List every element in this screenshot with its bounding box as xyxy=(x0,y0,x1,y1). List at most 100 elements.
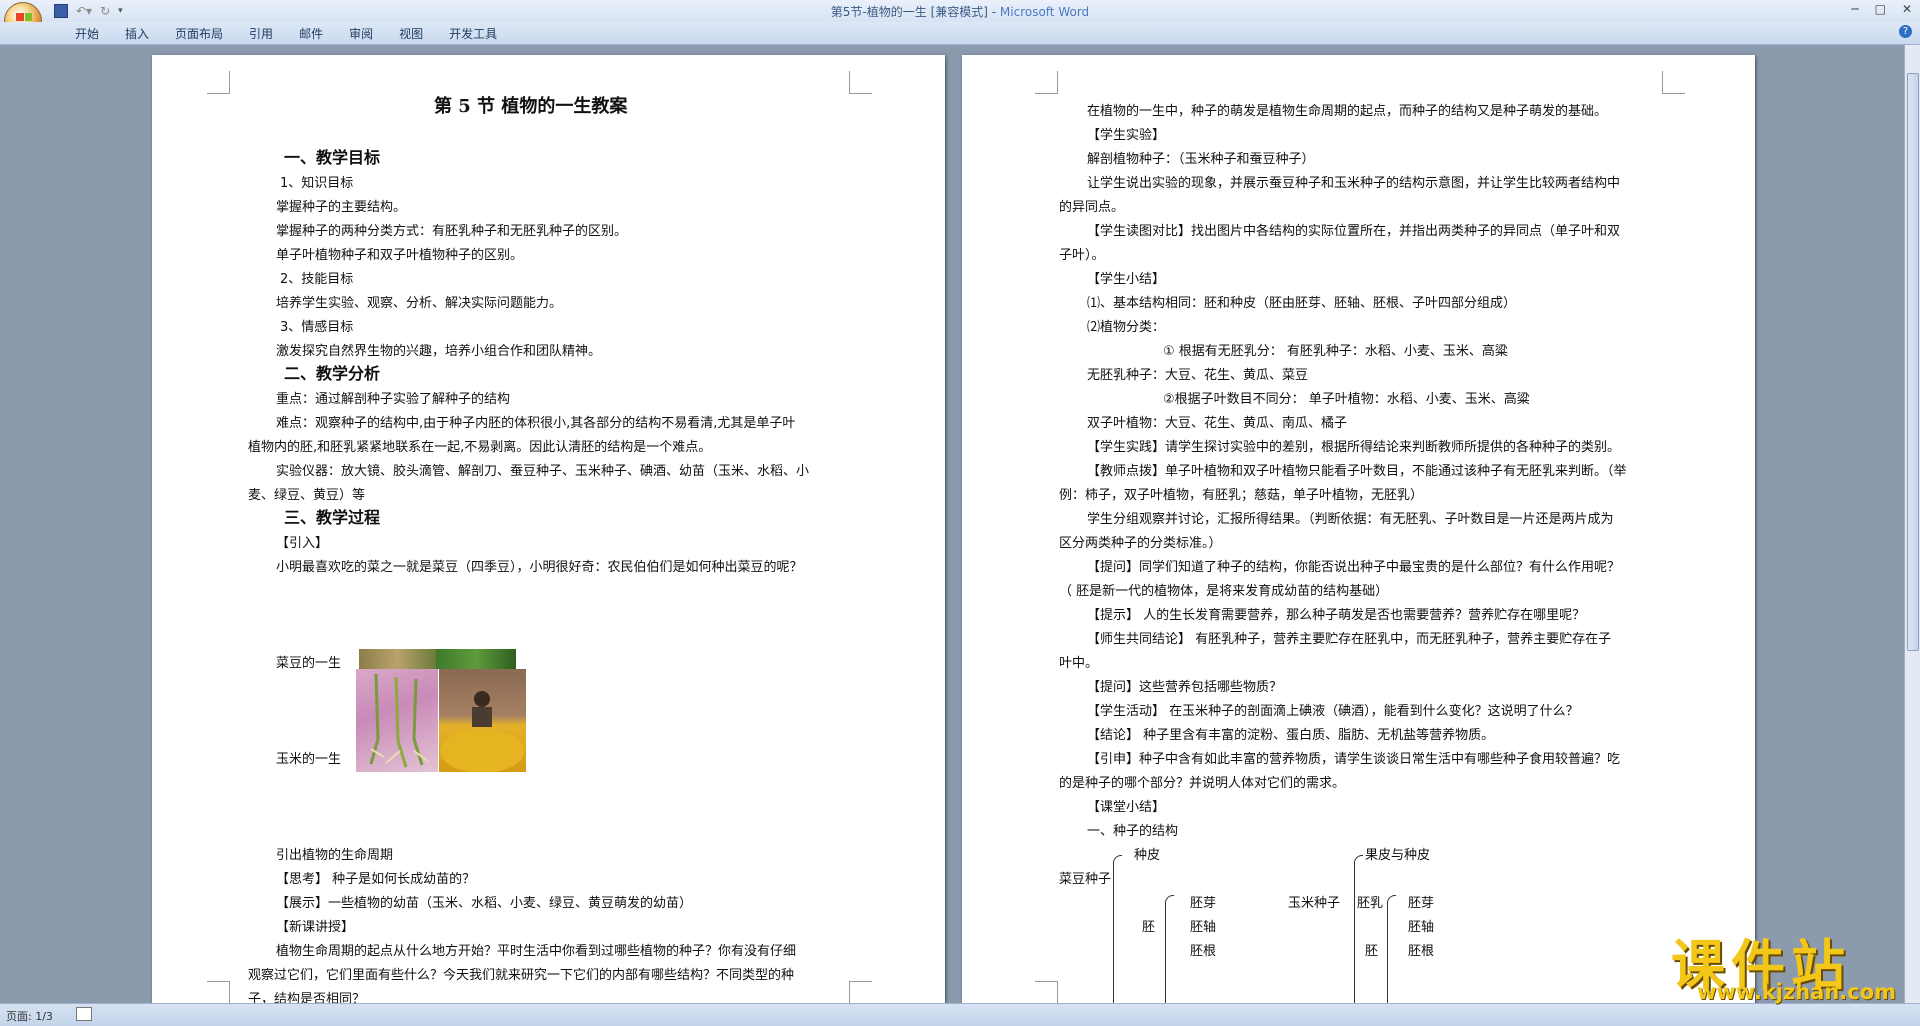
tab-review[interactable]: 审阅 xyxy=(336,25,386,42)
text-line: 【师生共同结论】 有胚乳种子，营养主要贮存在胚乳中，而无胚乳种子，营养主要贮存在… xyxy=(1087,632,1612,647)
text-line: （ 胚是新一代的植物体，是将来发育成幼苗的结构基础） xyxy=(1059,584,1389,599)
text-line: 单子叶植物种子和双子叶植物种子的区别。 xyxy=(276,248,524,263)
text-line: 区分两类种子的分类标准。） xyxy=(1059,536,1222,551)
image-caption: 玉米的一生 xyxy=(276,752,342,767)
document-workspace: 第 5 节 植物的一生教案 一、教学目标 1、知识目标 掌握种子的主要结构。 掌… xyxy=(0,45,1905,1003)
diagram-label: 胚轴 xyxy=(1408,920,1435,935)
diagram-label: 菜豆种子 xyxy=(1059,872,1112,887)
diagram-label: 玉米种子 xyxy=(1288,896,1341,911)
diagram-label: 胚 xyxy=(1142,920,1156,935)
text-line: 【提问】这些营养包括哪些物质？ xyxy=(1087,680,1283,695)
maximize-icon[interactable]: □ xyxy=(1875,2,1886,16)
document-page-2[interactable]: 在植物的一生中，种子的萌发是植物生命周期的起点，而种子的结构又是种子萌发的基础。… xyxy=(962,55,1755,1003)
text-line: 【学生实验】 xyxy=(1087,128,1166,143)
text-line: 的异同点。 xyxy=(1059,200,1125,215)
text-line: 【教师点拨】单子叶植物和双子叶植物只能看子叶数目，不能通过该种子有无胚乳来判断。… xyxy=(1087,464,1627,479)
subheading: 2、技能目标 xyxy=(280,272,354,287)
crop-mark xyxy=(1035,71,1058,94)
minimize-icon[interactable]: ─ xyxy=(1851,2,1858,16)
diagram-brace xyxy=(1387,895,1396,1003)
text-line: 【新课讲授】 xyxy=(276,920,355,935)
text-line: 实验仪器：放大镜、胶头滴管、解剖刀、蚕豆种子、玉米种子、碘酒、幼苗（玉米、水稻、… xyxy=(276,464,810,479)
crop-mark xyxy=(1035,981,1058,1003)
diagram-label: 种皮 xyxy=(1134,848,1161,863)
text-line: 的是种子的哪个部分？并说明人体对它们的需求。 xyxy=(1059,776,1346,791)
text-line: 【引申】种子中含有如此丰富的营养物质，请学生谈谈日常生活中有哪些种子食用较普遍？… xyxy=(1087,752,1621,767)
text-line: 在植物的一生中，种子的萌发是植物生命周期的起点，而种子的结构又是种子萌发的基础。 xyxy=(1087,104,1608,119)
crop-mark xyxy=(207,981,230,1003)
text-line: 引出植物的生命周期 xyxy=(276,848,394,863)
text-line: 【学生活动】 在玉米种子的剖面滴上碘液（碘酒），能看到什么变化？这说明了什么？ xyxy=(1087,704,1579,719)
diagram-label: 胚 xyxy=(1365,944,1379,959)
tab-developer[interactable]: 开发工具 xyxy=(436,25,510,42)
text-line: 学生分组观察并讨论，汇报所得结果。（判断依据：有无胚乳、子叶数目是一片还是两片成… xyxy=(1087,512,1614,527)
corn-harvest-photo[interactable] xyxy=(439,669,526,773)
diagram-brace xyxy=(1113,855,1122,1003)
subheading: 1、知识目标 xyxy=(280,176,354,191)
diagram-brace xyxy=(1354,855,1363,1003)
tab-page-layout[interactable]: 页面布局 xyxy=(162,25,236,42)
bean-sprout-photo[interactable] xyxy=(359,649,436,669)
crop-mark xyxy=(849,981,872,1003)
text-line: ②根据子叶数目不同分： 单子叶植物：水稻、小麦、玉米、高粱 xyxy=(1163,392,1530,407)
diagram-label: 胚芽 xyxy=(1408,896,1435,911)
section-heading: 三、教学过程 xyxy=(284,508,381,527)
text-line: 一、种子的结构 xyxy=(1087,824,1179,839)
text-line: 【提示】 人的生长发育需要营养，那么种子萌发是否也需要营养？营养贮存在哪里呢？ xyxy=(1087,608,1586,623)
text-line: 无胚乳种子：大豆、花生、黄瓜、菜豆 xyxy=(1087,368,1309,383)
text-line: ⑴、基本结构相同：胚和种皮（胚由胚芽、胚轴、胚根、子叶四部分组成） xyxy=(1087,296,1517,311)
doc-title: 第 5 节 植物的一生教案 xyxy=(434,96,628,117)
document-page-1[interactable]: 第 5 节 植物的一生教案 一、教学目标 1、知识目标 掌握种子的主要结构。 掌… xyxy=(152,55,945,1003)
text-line: 双子叶植物：大豆、花生、黄瓜、南瓜、橘子 xyxy=(1087,416,1348,431)
tab-home[interactable]: 开始 xyxy=(62,25,112,42)
crop-mark xyxy=(1662,71,1685,94)
text-line: 掌握种子的主要结构。 xyxy=(276,200,407,215)
watermark-url: www.kjzhan.com xyxy=(1697,980,1897,1004)
text-line: 【学生实践】请学生探讨实验中的差别，根据所得结论来判断教师所提供的各种种子的类别… xyxy=(1087,440,1621,455)
page-indicator[interactable]: 页面: 1/3 xyxy=(6,1008,53,1024)
tab-insert[interactable]: 插入 xyxy=(112,25,162,42)
text-line: 植物内的胚,和胚乳紧紧地联系在一起,不易剥离。因此认清胚的结构是一个难点。 xyxy=(248,440,712,455)
harvest-drawing xyxy=(440,691,524,773)
text-line: 难点：观察种子的结构中,由于种子内胚的体积很小,其各部分的结构不易看清,尤其是单… xyxy=(276,416,796,431)
site-watermark: 课件站 www.kjzhan.com xyxy=(1657,921,1919,1005)
text-line: 麦、绿豆、黄豆）等 xyxy=(248,488,366,503)
proofing-icon[interactable] xyxy=(76,1007,92,1021)
diagram-label: 胚根 xyxy=(1190,944,1217,959)
scrollbar-thumb[interactable] xyxy=(1907,73,1919,651)
crop-mark xyxy=(207,71,230,94)
vertical-scrollbar[interactable] xyxy=(1904,45,1920,1003)
window-controls: ─ □ ✕ xyxy=(1851,2,1912,16)
diagram-brace xyxy=(1165,895,1174,1003)
text-line: ⑵植物分类： xyxy=(1087,320,1166,335)
ribbon-tabs: 开始 插入 页面布局 引用 邮件 审阅 视图 开发工具 xyxy=(62,25,510,42)
text-line: 例：柿子，双子叶植物，有胚乳；慈菇，单子叶植物，无胚乳） xyxy=(1059,488,1424,503)
text-line: 观察过它们，它们里面有些什么？今天我们就来研究一下它们的内部有哪些结构？不同类型… xyxy=(248,968,795,983)
title-bar: ↶▾ ↻ ▾ 第5节-植物的一生 [兼容模式] - Microsoft Word… xyxy=(0,0,1920,40)
section-heading: 一、教学目标 xyxy=(284,148,381,167)
image-caption: 菜豆的一生 xyxy=(276,656,342,671)
text-line: 【课堂小结】 xyxy=(1087,800,1166,815)
status-bar: 页面: 1/3 xyxy=(0,1003,1920,1026)
text-line: 掌握种子的两种分类方式：有胚乳种子和无胚乳种子的区别。 xyxy=(276,224,628,239)
text-line: 子，结构是否相同？ xyxy=(248,992,366,1003)
close-icon[interactable]: ✕ xyxy=(1902,2,1912,16)
diagram-label: 胚乳 xyxy=(1357,896,1384,911)
text-line: 【引入】 xyxy=(276,536,329,551)
text-line: 【学生读图对比】找出图片中各结构的实际位置所在，并指出两类种子的异同点（单子叶和… xyxy=(1087,224,1621,239)
corn-seedling-photo[interactable] xyxy=(356,669,438,772)
ribbon: 开始 插入 页面布局 引用 邮件 审阅 视图 开发工具 ? xyxy=(0,22,1920,45)
tab-view[interactable]: 视图 xyxy=(386,25,436,42)
text-line: 【学生小结】 xyxy=(1087,272,1166,287)
help-icon[interactable]: ? xyxy=(1899,25,1912,38)
text-line: 植物生命周期的起点从什么地方开始？平时生活中你看到过哪些植物的种子？你有没有仔细 xyxy=(276,944,797,959)
text-line: 子叶）。 xyxy=(1059,248,1105,263)
text-line: 激发探究自然界生物的兴趣，培养小组合作和团队精神。 xyxy=(276,344,602,359)
diagram-label: 胚芽 xyxy=(1190,896,1217,911)
tab-mailings[interactable]: 邮件 xyxy=(286,25,336,42)
bean-plant-photo[interactable] xyxy=(436,649,516,669)
tab-references[interactable]: 引用 xyxy=(236,25,286,42)
subheading: 3、情感目标 xyxy=(280,320,354,335)
text-line: 【提问】同学们知道了种子的结构，你能否说出种子中最宝贵的是什么部位？有什么作用呢… xyxy=(1087,560,1621,575)
diagram-label: 胚轴 xyxy=(1190,920,1217,935)
